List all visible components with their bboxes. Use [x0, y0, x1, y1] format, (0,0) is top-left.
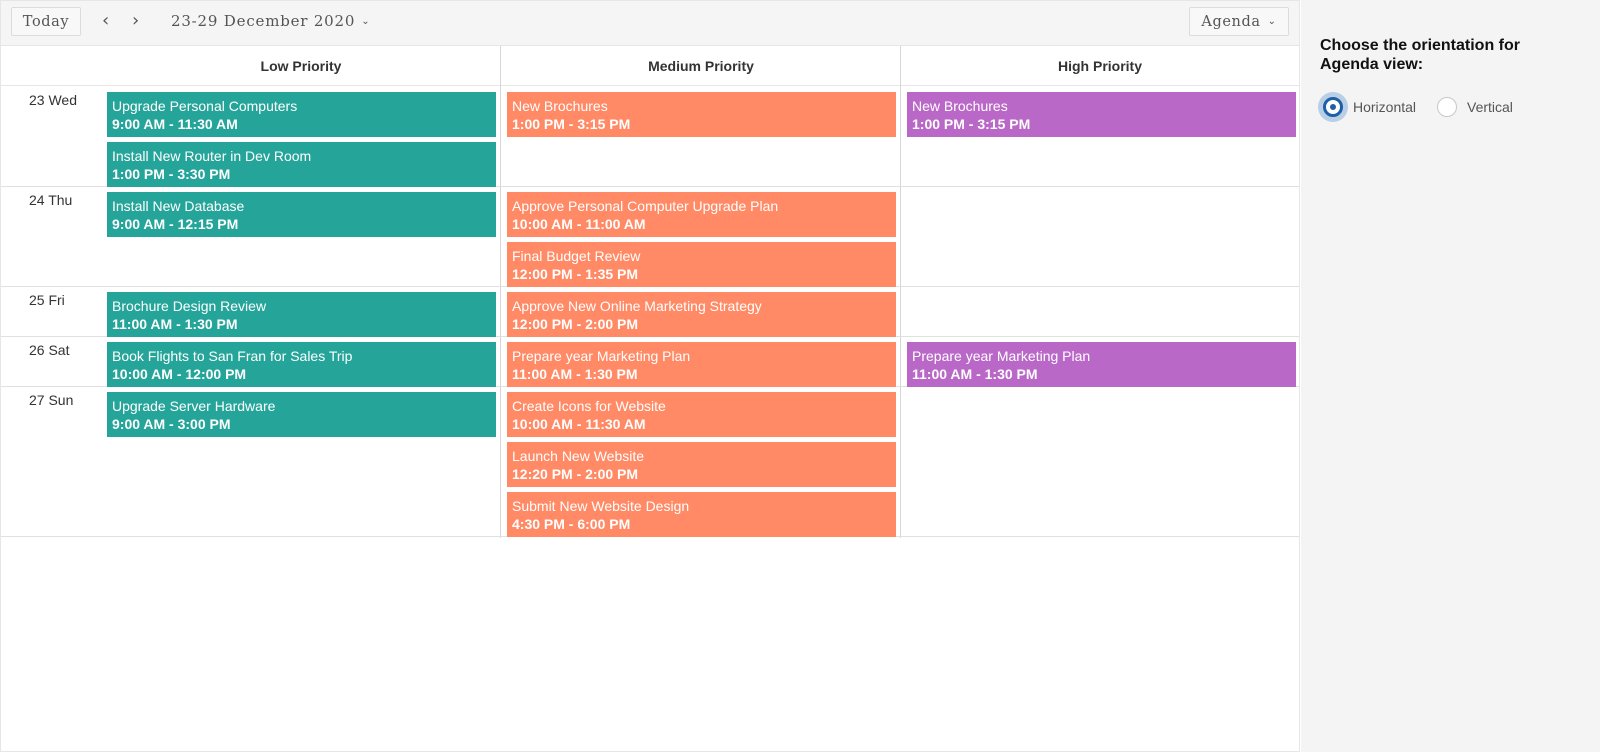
event-card[interactable]: Create Icons for Website 10:00 AM - 11:30… [507, 392, 896, 437]
event-time: 10:00 AM - 11:00 AM [512, 216, 646, 232]
scheduler: Today ‹ › 23-29 December 2020 ⌄ Agenda ⌄ L… [0, 0, 1300, 752]
column-divider [900, 46, 901, 538]
date-range-label: 23-29 December 2020 [171, 12, 356, 30]
resource-header-low: Low Priority [260, 58, 342, 74]
resource-header-high: High Priority [1057, 58, 1142, 74]
event-title: Install New Database [112, 198, 245, 214]
event-time: 12:20 PM - 2:00 PM [512, 466, 639, 482]
view-label: Agenda [1201, 13, 1261, 30]
chevron-down-icon: ⌄ [1267, 16, 1277, 27]
radio-unselected-icon[interactable] [1437, 97, 1457, 117]
column-divider [500, 46, 501, 538]
event-card[interactable]: Upgrade Personal Computers 9:00 AM - 11:3… [107, 92, 496, 137]
scheduler-toolbar: Today ‹ › 23-29 December 2020 ⌄ Agenda ⌄ [1, 1, 1299, 46]
radio-horizontal[interactable]: Horizontal [1323, 97, 1416, 117]
chevron-down-icon: ⌄ [361, 16, 371, 27]
event-card[interactable]: Submit New Website Design 4:30 PM - 6:00 … [507, 492, 896, 537]
day-label: 26 Sat [29, 342, 70, 358]
event-time: 11:00 AM - 1:30 PM [912, 366, 1038, 382]
event-title: Final Budget Review [512, 248, 641, 264]
view-switcher-button[interactable]: Agenda ⌄ [1189, 7, 1289, 36]
event-card[interactable]: Approve New Online Marketing Strategy 12:… [507, 292, 896, 337]
today-button[interactable]: Today [11, 7, 81, 36]
event-card[interactable]: Brochure Design Review 11:00 AM - 1:30 PM [107, 292, 496, 337]
event-title: Brochure Design Review [112, 298, 267, 314]
event-time: 12:00 PM - 1:35 PM [512, 266, 639, 282]
event-time: 12:00 PM - 2:00 PM [512, 316, 639, 332]
event-title: Upgrade Personal Computers [112, 98, 298, 114]
event-card[interactable]: New Brochures 1:00 PM - 3:15 PM [907, 92, 1296, 137]
property-panel: Choose the orientation for Agenda view: … [1301, 0, 1600, 752]
event-title: Submit New Website Design [512, 498, 690, 514]
radio-vertical-label: Vertical [1467, 99, 1513, 115]
event-title: Prepare year Marketing Plan [512, 348, 691, 364]
event-title: Upgrade Server Hardware [112, 398, 276, 414]
event-title: Install New Router in Dev Room [112, 148, 312, 164]
event-title: Prepare year Marketing Plan [912, 348, 1091, 364]
event-time: 9:00 AM - 3:00 PM [112, 416, 231, 432]
event-time: 9:00 AM - 12:15 PM [112, 216, 239, 232]
event-card[interactable]: Install New Router in Dev Room 1:00 PM - … [107, 142, 496, 187]
day-label: 24 Thu [29, 192, 73, 208]
orientation-title: Choose the orientation for Agenda view: [1320, 37, 1520, 73]
event-card[interactable]: Prepare year Marketing Plan 11:00 AM - 1:… [907, 342, 1296, 387]
radio-vertical[interactable]: Vertical [1437, 97, 1513, 117]
event-time: 10:00 AM - 12:00 PM [112, 366, 247, 382]
day-label: 25 Fri [29, 292, 65, 308]
event-card[interactable]: Book Flights to San Fran for Sales Trip 1… [107, 342, 496, 387]
event-title: Approve New Online Marketing Strategy [512, 298, 762, 314]
date-range-picker[interactable]: 23-29 December 2020 ⌄ [171, 12, 370, 30]
event-title: New Brochures [912, 98, 1008, 114]
event-time: 11:00 AM - 1:30 PM [512, 366, 638, 382]
event-card[interactable]: Install New Database 9:00 AM - 12:15 PM [107, 192, 496, 237]
event-title: Create Icons for Website [512, 398, 666, 414]
day-label: 27 Sun [29, 392, 74, 408]
event-title: New Brochures [512, 98, 608, 114]
radio-horizontal-label: Horizontal [1353, 99, 1417, 115]
event-time: 11:00 AM - 1:30 PM [112, 316, 238, 332]
event-card[interactable]: Launch New Website 12:20 PM - 2:00 PM [507, 442, 896, 487]
event-card[interactable]: Final Budget Review 12:00 PM - 1:35 PM [507, 242, 896, 287]
event-time: 4:30 PM - 6:00 PM [512, 516, 631, 532]
event-card[interactable]: Approve Personal Computer Upgrade Plan 10… [507, 192, 896, 237]
event-time: 10:00 AM - 11:30 AM [512, 416, 646, 432]
event-card[interactable]: New Brochures 1:00 PM - 3:15 PM [507, 92, 896, 137]
event-title: Book Flights to San Fran for Sales Trip [112, 348, 353, 364]
chevron-right-icon[interactable]: › [132, 11, 139, 31]
day-label: 23 Wed [29, 92, 77, 108]
event-time: 9:00 AM - 11:30 AM [112, 116, 238, 132]
event-time: 1:00 PM - 3:30 PM [112, 166, 231, 182]
event-title: Approve Personal Computer Upgrade Plan [512, 198, 779, 214]
event-card[interactable]: Prepare year Marketing Plan 11:00 AM - 1:… [507, 342, 896, 387]
radio-selected-icon[interactable] [1323, 97, 1343, 117]
event-title: Launch New Website [512, 448, 645, 464]
event-card[interactable]: Upgrade Server Hardware 9:00 AM - 3:00 PM [107, 392, 496, 437]
event-time: 1:00 PM - 3:15 PM [512, 116, 631, 132]
resource-header-row: Low Priority Medium Priority High Priori… [1, 46, 1299, 86]
resource-header-medium: Medium Priority [648, 58, 754, 74]
event-time: 1:00 PM - 3:15 PM [912, 116, 1031, 132]
chevron-left-icon[interactable]: ‹ [102, 11, 109, 31]
